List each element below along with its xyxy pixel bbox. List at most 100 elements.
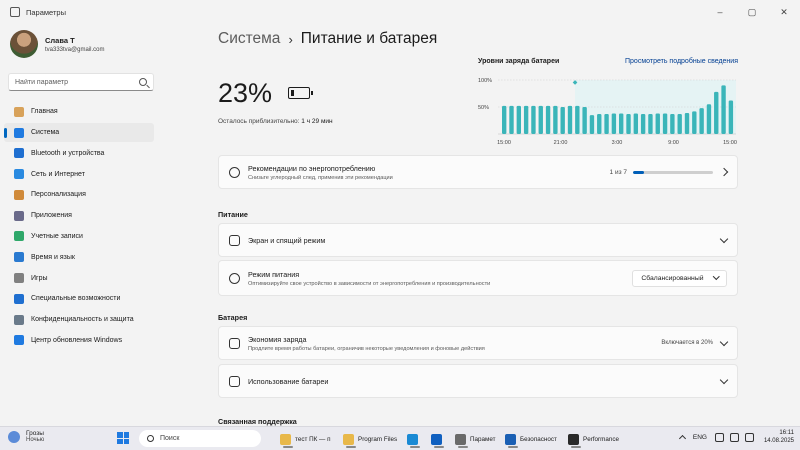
settings-app-icon <box>10 7 20 17</box>
sidebar: Слава Т tva333tva@gmail.com Главная Систе… <box>0 24 162 426</box>
chevron-down-icon <box>712 273 719 280</box>
apps-icon <box>14 210 24 221</box>
sidebar-item-label: Центр обновления Windows <box>31 336 123 344</box>
app-icon <box>280 433 291 445</box>
sidebar-item-5[interactable]: Приложения <box>4 206 154 226</box>
volume-icon[interactable] <box>729 432 739 442</box>
maximize-button[interactable]: ▢ <box>736 0 768 24</box>
taskbar-search[interactable]: Поиск <box>139 430 261 447</box>
sidebar-item-2[interactable]: Bluetooth и устройства <box>4 144 154 164</box>
sidebar-item-0[interactable]: Главная <box>4 102 154 122</box>
sidebar-item-label: Система <box>31 129 60 137</box>
battery-saver-status: Включается в 20% <box>661 340 713 346</box>
main-content: Система › Питание и батарея 23% Осталось… <box>218 24 758 426</box>
chevron-right-icon <box>719 167 729 177</box>
sidebar-item-label: Учетные записи <box>31 232 83 240</box>
sidebar-item-10[interactable]: Конфиденциальность и защита <box>4 310 154 330</box>
sidebar-item-7[interactable]: Время и язык <box>4 247 154 267</box>
power-mode-title: Режим питания <box>248 269 300 279</box>
battery-percent: 23% <box>218 78 273 108</box>
x-tick-label: 15:00 <box>723 140 737 146</box>
breadcrumb-parent[interactable]: Система <box>218 30 280 48</box>
sidebar-item-9[interactable]: Специальные возможности <box>4 289 154 309</box>
sidebar-item-11[interactable]: Центр обновления Windows <box>4 331 154 351</box>
chart-bar <box>706 104 712 134</box>
recommendations-counter: 1 из 7 <box>609 168 627 176</box>
start-button[interactable] <box>117 432 129 444</box>
taskbar-app-1[interactable]: Program Files <box>343 430 401 448</box>
wifi-icon[interactable] <box>714 432 724 442</box>
sidebar-item-6[interactable]: Учетные записи <box>4 227 154 247</box>
chart-bar <box>677 114 682 134</box>
close-button[interactable]: ✕ <box>768 0 800 24</box>
weather-subtitle: Ночью <box>26 437 45 443</box>
privacy-shield-icon <box>14 314 24 325</box>
sidebar-item-4[interactable]: Персонализация <box>4 185 154 205</box>
sidebar-item-label: Главная <box>31 108 58 116</box>
brush-icon <box>14 189 24 200</box>
sidebar-item-3[interactable]: Сеть и Интернет <box>4 164 154 184</box>
taskbar-search-label: Поиск <box>160 435 180 442</box>
recommendations-subtitle: Снизьте углеродный след, применив эти ре… <box>248 174 393 181</box>
y-tick-label: 50% <box>478 105 489 111</box>
sidebar-item-label: Специальные возможности <box>31 295 121 303</box>
search-icon[interactable] <box>139 78 147 86</box>
chart-bar <box>714 91 719 134</box>
bluetooth-icon <box>14 148 24 159</box>
recommendations-card[interactable]: Рекомендации по энергопотреблению Снизьт… <box>218 155 738 189</box>
chart-bar <box>589 115 595 134</box>
taskbar-app-5[interactable]: Безопасност <box>505 430 561 448</box>
network-icon <box>14 169 24 180</box>
taskbar-app-3[interactable] <box>431 430 451 448</box>
search-input[interactable] <box>15 78 139 86</box>
sidebar-item-label: Bluetooth и устройства <box>31 149 105 157</box>
power-mode-dropdown[interactable]: Сбалансированный <box>632 269 727 287</box>
chart-bar <box>692 111 697 134</box>
screen-sleep-card[interactable]: Экран и спящий режим <box>218 223 738 257</box>
user-profile[interactable]: Слава Т tva333tva@gmail.com <box>10 30 104 58</box>
sidebar-item-1[interactable]: Система <box>4 122 154 143</box>
taskbar-app-label: тест ПК — п <box>295 435 331 443</box>
detailed-info-link[interactable]: Просмотреть подробные сведения <box>625 58 738 65</box>
chart-bar <box>516 105 522 134</box>
clock[interactable]: 16:11 14.08.2025 <box>764 429 794 445</box>
language-indicator[interactable]: ENG <box>693 434 707 441</box>
chart-bar <box>531 105 536 134</box>
system-icon <box>14 127 24 138</box>
battery-usage-card[interactable]: Использование батареи <box>218 364 738 398</box>
chevron-down-icon <box>719 234 729 243</box>
taskbar-app-4[interactable]: Парамет <box>455 430 499 448</box>
chart-bar <box>619 113 624 134</box>
app-icon <box>407 433 418 445</box>
chart-bar <box>684 112 690 134</box>
user-email: tva333tva@gmail.com <box>45 46 105 53</box>
taskbar-app-2[interactable] <box>407 430 427 448</box>
chart-bar <box>604 114 609 134</box>
sidebar-item-label: Приложения <box>31 212 72 220</box>
power-mode-subtitle: Оптимизируйте свое устройство в зависимо… <box>248 280 491 287</box>
chevron-down-icon <box>719 337 729 346</box>
battery-usage-title: Использование батареи <box>248 376 329 386</box>
battery-tray-icon[interactable] <box>744 432 754 442</box>
chart-bar <box>538 105 543 134</box>
taskbar-app-0[interactable]: тест ПК — п <box>280 430 336 448</box>
power-mode-value: Сбалансированный <box>641 274 704 282</box>
show-hidden-icons-button[interactable] <box>678 434 686 443</box>
sidebar-item-8[interactable]: Игры <box>4 268 154 288</box>
taskbar-app-label: Performance <box>583 435 620 443</box>
weather-title: Грозы <box>26 430 44 437</box>
chart-bar <box>699 108 704 134</box>
chart-bar <box>560 107 565 134</box>
chart-bar <box>670 114 675 134</box>
settings-search-box[interactable] <box>8 73 154 91</box>
windows-update-icon <box>14 335 24 346</box>
chart-bar <box>633 113 639 134</box>
taskbar-app-6[interactable]: Performance <box>568 430 628 448</box>
battery-saver-card[interactable]: Экономия заряда Продлите время работы ба… <box>218 326 738 360</box>
minimize-button[interactable]: – <box>704 0 736 24</box>
weather-widget[interactable]: Грозы Ночью <box>8 430 44 443</box>
chevron-down-icon <box>719 375 729 384</box>
chart-bar <box>648 114 653 134</box>
user-name: Слава Т <box>45 35 75 45</box>
battery-saver-subtitle: Продлите время работы батареи, ограничив… <box>248 345 485 352</box>
